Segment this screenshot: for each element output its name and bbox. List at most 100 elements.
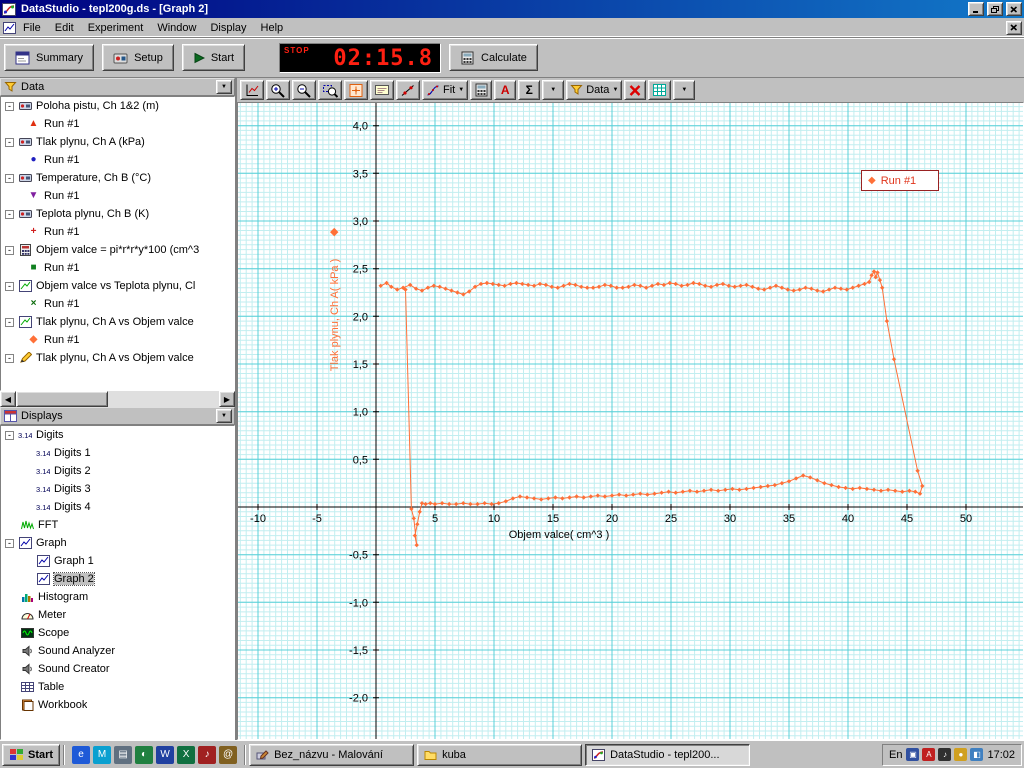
quick-launch-icon-5[interactable]: W bbox=[156, 745, 175, 764]
menu-window[interactable]: Window bbox=[150, 19, 203, 37]
tree-expand-icon[interactable]: - bbox=[5, 281, 14, 291]
data-tree-horizontal-scrollbar[interactable]: ◀ ▶ bbox=[0, 391, 235, 407]
tray-icon-4[interactable]: ● bbox=[954, 748, 968, 761]
data-source-row[interactable]: - Poloha pistu, Ch 1&2 (m) bbox=[1, 97, 234, 115]
display-row[interactable]: Workbook bbox=[1, 696, 234, 714]
display-row[interactable]: Meter bbox=[1, 606, 234, 624]
quick-launch-icon-4[interactable]: ◐ bbox=[135, 745, 154, 764]
display-row[interactable]: Sound Analyzer bbox=[1, 642, 234, 660]
display-row[interactable]: Scope bbox=[1, 624, 234, 642]
tray-icon-2[interactable]: A bbox=[922, 748, 936, 761]
display-row[interactable]: FFT bbox=[1, 516, 234, 534]
tree-expand-icon[interactable]: - bbox=[5, 137, 14, 147]
start-menu-button[interactable]: Start bbox=[2, 743, 61, 766]
scrollbar-track[interactable] bbox=[108, 391, 219, 407]
display-row[interactable]: Sound Creator bbox=[1, 660, 234, 678]
tree-expand-icon[interactable]: - bbox=[5, 317, 14, 327]
quick-launch-icon-2[interactable]: M bbox=[93, 745, 112, 764]
plot-area[interactable]: -10 -5 5 10 15 20 25 30 35 40 45 50 4,0 3,5 3,0 2,5 2,0 1… bbox=[238, 103, 1023, 739]
zoom-in-button[interactable] bbox=[266, 80, 290, 100]
data-source-row[interactable]: - Tlak plynu, Ch A vs Objem valce bbox=[1, 349, 234, 367]
display-row[interactable]: -3.14 Digits bbox=[1, 426, 234, 444]
scroll-right-button[interactable]: ▶ bbox=[219, 391, 235, 407]
display-row[interactable]: - Graph bbox=[1, 534, 234, 552]
tree-expand-icon[interactable]: - bbox=[5, 353, 14, 363]
tree-expand-icon[interactable]: - bbox=[5, 209, 14, 219]
scale-to-fit-button[interactable] bbox=[240, 80, 264, 100]
taskbar-task-datastudio[interactable]: DataStudio - tepl200... bbox=[585, 743, 751, 766]
start-button[interactable]: Start bbox=[181, 44, 246, 71]
display-row[interactable]: Graph 2 bbox=[1, 570, 234, 588]
menu-edit[interactable]: Edit bbox=[48, 19, 81, 37]
graph-settings-button[interactable] bbox=[648, 80, 672, 100]
minimize-button[interactable] bbox=[968, 2, 984, 16]
scroll-left-button[interactable]: ◀ bbox=[0, 391, 16, 407]
remove-button[interactable] bbox=[624, 80, 647, 100]
data-source-row[interactable]: - Tlak plynu, Ch A (kPa) bbox=[1, 133, 234, 151]
taskbar-task-paint[interactable]: Bez_názvu - Malování bbox=[249, 743, 415, 766]
calculator-tool-button[interactable] bbox=[470, 80, 493, 100]
smart-tool-button[interactable] bbox=[344, 80, 368, 100]
quick-launch-icon-3[interactable]: ▤ bbox=[114, 745, 133, 764]
x-axis-title[interactable]: Objem valce( cm^3 ) bbox=[409, 529, 709, 541]
display-row[interactable]: Graph 1 bbox=[1, 552, 234, 570]
data-source-row[interactable]: - Tlak plynu, Ch A vs Objem valce bbox=[1, 313, 234, 331]
display-row[interactable]: Table bbox=[1, 678, 234, 696]
menu-help[interactable]: Help bbox=[254, 19, 291, 37]
display-row[interactable]: 3.14 Digits 2 bbox=[1, 462, 234, 480]
slope-tool-button[interactable] bbox=[396, 80, 420, 100]
summary-button[interactable]: Summary bbox=[4, 44, 95, 71]
display-row[interactable]: Histogram bbox=[1, 588, 234, 606]
quick-launch-icon-7[interactable]: ♪ bbox=[198, 745, 217, 764]
note-tool-button[interactable] bbox=[370, 80, 394, 100]
run-row[interactable]: × Run #1 bbox=[1, 295, 234, 313]
display-row[interactable]: 3.14 Digits 3 bbox=[1, 480, 234, 498]
child-close-button[interactable] bbox=[1006, 20, 1022, 35]
quick-launch-icon-1[interactable]: e bbox=[72, 745, 91, 764]
data-panel-dropdown-button[interactable]: ▼ bbox=[216, 80, 232, 94]
run-row[interactable]: + Run #1 bbox=[1, 223, 234, 241]
run-row[interactable]: ■ Run #1 bbox=[1, 259, 234, 277]
run-row[interactable]: ● Run #1 bbox=[1, 151, 234, 169]
menu-display[interactable]: Display bbox=[203, 19, 253, 37]
display-row[interactable]: 3.14 Digits 1 bbox=[1, 444, 234, 462]
legend[interactable]: ◆ Run #1 bbox=[861, 170, 939, 191]
fit-menu-button[interactable]: Fit ▼ bbox=[422, 80, 469, 100]
statistics-button[interactable]: Σ bbox=[518, 80, 541, 100]
calculate-button[interactable]: Calculate bbox=[449, 44, 538, 71]
display-row[interactable]: 3.14 Digits 4 bbox=[1, 498, 234, 516]
tray-icon-3[interactable]: ♪ bbox=[938, 748, 952, 761]
tree-expand-icon[interactable]: - bbox=[5, 538, 14, 548]
data-source-row[interactable]: - Temperature, Ch B (°C) bbox=[1, 169, 234, 187]
tree-expand-icon[interactable]: - bbox=[5, 101, 14, 111]
scrollbar-thumb[interactable] bbox=[16, 391, 108, 407]
tree-expand-icon[interactable]: - bbox=[5, 245, 14, 255]
tree-expand-icon[interactable]: - bbox=[5, 430, 14, 440]
menu-experiment[interactable]: Experiment bbox=[81, 19, 151, 37]
zoom-out-button[interactable] bbox=[292, 80, 316, 100]
taskbar-task-folder[interactable]: kuba bbox=[417, 743, 583, 766]
run-row[interactable]: ▲ Run #1 bbox=[1, 115, 234, 133]
statistics-dropdown-button[interactable]: ▼ bbox=[542, 80, 565, 100]
run-row[interactable]: ▼ Run #1 bbox=[1, 187, 234, 205]
displays-panel-dropdown-button[interactable]: ▼ bbox=[216, 409, 232, 423]
quick-launch-icon-8[interactable]: @ bbox=[219, 745, 238, 764]
tray-icon-5[interactable]: ◧ bbox=[970, 748, 984, 761]
menu-file[interactable]: File bbox=[16, 19, 48, 37]
data-source-row[interactable]: - Teplota plynu, Ch B (K) bbox=[1, 205, 234, 223]
tree-expand-icon[interactable]: - bbox=[5, 173, 14, 183]
graph-settings-dropdown-button[interactable]: ▼ bbox=[673, 80, 696, 100]
data-menu-button[interactable]: Data ▼ bbox=[566, 80, 623, 100]
y-axis-title[interactable]: Tlak plynu, Ch A( kPa ) bbox=[329, 155, 343, 475]
run-row[interactable]: ◆ Run #1 bbox=[1, 331, 234, 349]
data-source-row[interactable]: - Objem valce = pi*r*r*y*100 (cm^3 bbox=[1, 241, 234, 259]
keyboard-layout-indicator[interactable]: En bbox=[889, 749, 902, 761]
quick-launch-icon-6[interactable]: X bbox=[177, 745, 196, 764]
tray-icon-1[interactable]: ▣ bbox=[906, 748, 920, 761]
setup-button[interactable]: Setup bbox=[102, 44, 174, 71]
restore-button[interactable] bbox=[987, 2, 1003, 16]
text-tool-button[interactable]: A bbox=[494, 80, 517, 100]
close-button[interactable] bbox=[1006, 2, 1022, 16]
data-source-row[interactable]: - Objem valce vs Teplota plynu, Cl bbox=[1, 277, 234, 295]
zoom-select-button[interactable] bbox=[318, 80, 342, 100]
